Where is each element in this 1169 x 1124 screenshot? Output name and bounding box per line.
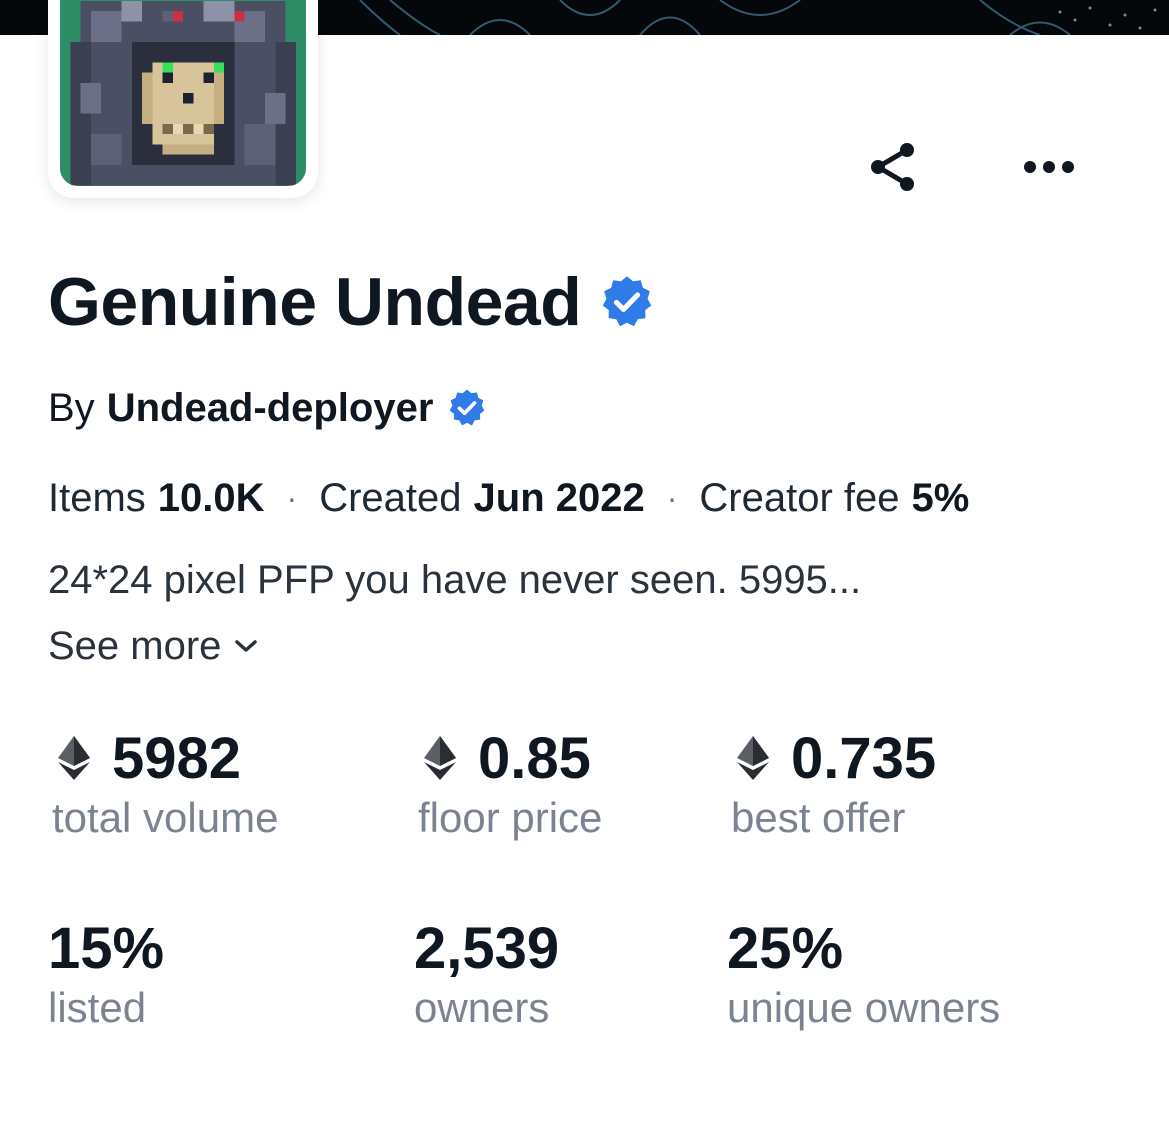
creator-fee-label: Creator fee: [699, 475, 900, 520]
stat-value: 0.85: [478, 725, 591, 791]
stat-value: 2,539: [414, 915, 560, 981]
more-options-button[interactable]: [1017, 135, 1081, 199]
items-label: Items: [48, 475, 146, 520]
more-icon: [1024, 161, 1074, 173]
chevron-down-icon: [235, 640, 258, 652]
verified-badge-icon: [450, 389, 485, 426]
meta-separator: ·: [666, 479, 678, 516]
verified-badge-icon: [603, 276, 652, 327]
stat-label: total volume: [52, 794, 279, 841]
meta-separator: ·: [286, 479, 298, 516]
collection-title-row: Genuine Undead: [48, 262, 655, 342]
stat-owners: 2,539 owners: [414, 916, 559, 1032]
stat-label: owners: [414, 984, 550, 1031]
stat-value: 5982: [112, 725, 242, 791]
share-button[interactable]: [861, 135, 925, 199]
by-label: By: [48, 385, 95, 430]
stat-floor-price: 0.85 floor price: [418, 726, 602, 842]
eth-icon: [424, 736, 456, 780]
stat-value: 15%: [48, 915, 165, 981]
collection-description: 24*24 pixel PFP you have never seen. 599…: [48, 558, 862, 602]
stat-value: 25%: [727, 915, 844, 981]
items-value: 10.0K: [157, 475, 265, 520]
share-icon: [871, 143, 914, 191]
stat-label: unique owners: [727, 984, 1001, 1031]
eth-icon: [737, 736, 769, 780]
collection-title: Genuine Undead: [48, 264, 582, 340]
stat-best-offer: 0.735 best offer: [731, 726, 936, 842]
creator-row: By Undead-deployer: [48, 382, 487, 434]
stat-listed: 15% listed: [48, 916, 164, 1032]
stat-label: listed: [48, 984, 147, 1031]
creator-fee-value: 5%: [911, 475, 970, 520]
collection-avatar-frame: [48, 0, 318, 198]
see-more-label: See more: [48, 623, 222, 668]
collection-page: Genuine Undead By Undead-deployer Items …: [0, 0, 1169, 1124]
stat-unique-owners: 25% unique owners: [727, 916, 1000, 1032]
eth-icon: [58, 736, 90, 780]
stat-total-volume: 5982 total volume: [52, 726, 278, 842]
stat-label: floor price: [418, 794, 603, 841]
collection-avatar: [60, 0, 306, 186]
stat-label: best offer: [731, 794, 906, 841]
stat-value: 0.735: [791, 725, 937, 791]
creator-link[interactable]: Undead-deployer: [107, 386, 434, 431]
see-more-button[interactable]: See more: [48, 620, 259, 672]
created-label: Created: [319, 475, 462, 520]
created-value: Jun 2022: [473, 475, 645, 520]
collection-meta: Items 10.0K · Created Jun 2022 · Creator…: [48, 472, 969, 524]
